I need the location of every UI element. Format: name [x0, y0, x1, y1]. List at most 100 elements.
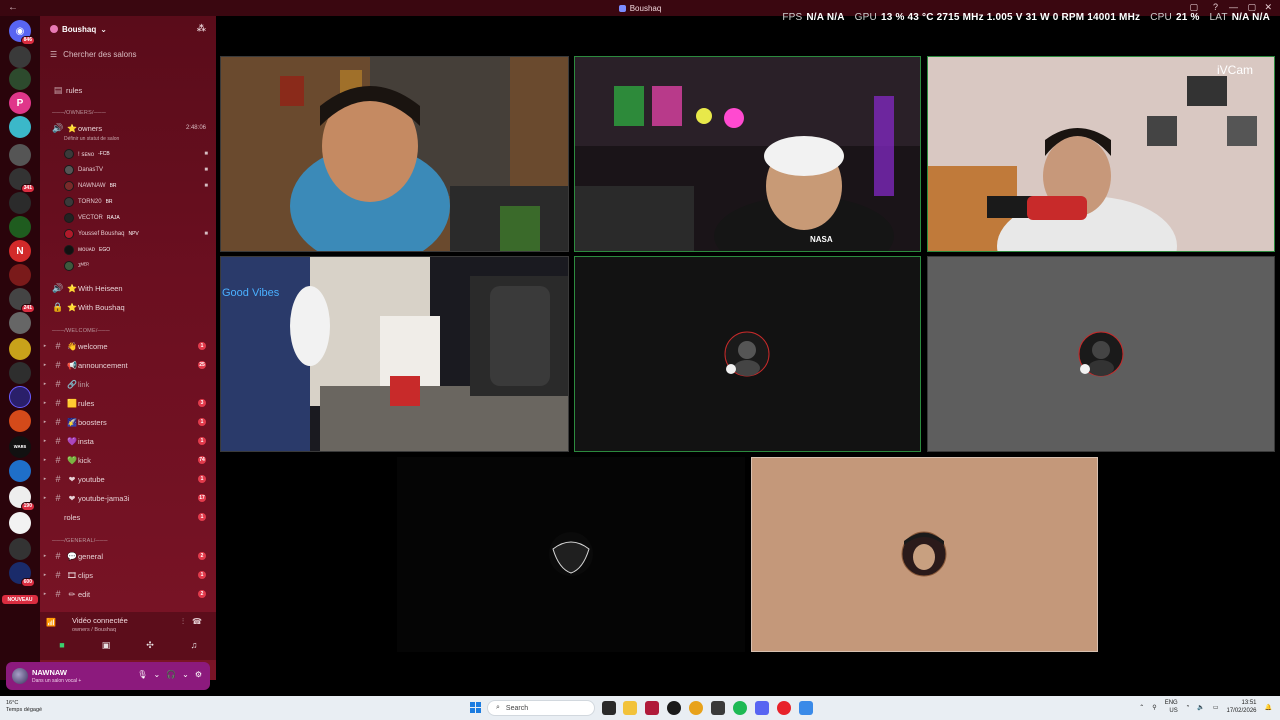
search-channels[interactable]: ☰ Chercher des salons [50, 50, 137, 59]
channel-rules-top[interactable]: ▤ rules [40, 82, 216, 98]
category-general[interactable]: ───/GENERAL/─── [52, 538, 108, 544]
server-icon[interactable]: N [9, 240, 31, 262]
server-icon[interactable]: 241 [9, 288, 35, 313]
chevron-down-icon[interactable]: ⌄ [153, 670, 160, 679]
signal-icon[interactable]: 📶 [46, 618, 56, 627]
channel-rules[interactable]: ▸ # 🟨 rules 3 [40, 395, 216, 411]
voice-member[interactable]: Youssef Boushaq NPV ■ [64, 226, 214, 242]
wifi-icon[interactable]: ◔ [1186, 704, 1190, 710]
video-tile[interactable]: NASA [574, 56, 921, 252]
channel-status-hint[interactable]: Définir un statut de salon [64, 136, 119, 142]
server-icon[interactable] [9, 410, 31, 432]
channel-with-heiseen[interactable]: 🔊 ⭐ With Heiseen [40, 280, 216, 296]
server-icon[interactable] [9, 362, 31, 384]
channel-link[interactable]: ▸ # 🔗 link [40, 376, 216, 392]
app-icon[interactable] [799, 701, 813, 715]
channel-insta[interactable]: ▸ # 💜 insta 1 [40, 433, 216, 449]
server-icon[interactable] [9, 192, 31, 214]
activities-icon[interactable]: ✣ [137, 640, 163, 651]
voice-member[interactable]: ! ꜱᴇɴᴏ -FCB ■ [64, 146, 214, 162]
channel-announcement[interactable]: ▸ # 📢 announcement 25 [40, 357, 216, 373]
volume-icon[interactable]: 🔈 [1197, 704, 1204, 711]
server-icon[interactable] [9, 46, 31, 68]
back-arrow-icon[interactable]: ← [8, 2, 18, 13]
server-icon[interactable] [9, 144, 31, 166]
server-icon[interactable] [9, 538, 31, 560]
noise-suppression-icon[interactable]: ⫶ [182, 617, 184, 627]
video-tile[interactable] [574, 256, 921, 452]
channel-youtube-jama3i[interactable]: ▸ # ❤ youtube-jama3i 17 [40, 490, 216, 506]
channel-with-boushaq[interactable]: 🔒 ⭐ With Boushaq [40, 299, 216, 315]
server-icon[interactable]: P [9, 92, 31, 114]
channel-roles[interactable]: roles 1 [40, 509, 216, 525]
server-icon[interactable]: ᴡᴀʀs [9, 436, 31, 458]
category-owners[interactable]: ───/OWNERS/─── [52, 110, 106, 116]
file-explorer-icon[interactable] [623, 701, 637, 715]
weather-widget[interactable]: 16°C Temps dégagé [6, 700, 42, 714]
direct-messages-icon[interactable]: ◉ 846 [9, 20, 35, 45]
server-icon[interactable] [9, 264, 31, 286]
opera-icon[interactable] [777, 701, 791, 715]
category-welcome[interactable]: ───/WELCOME/─── [52, 328, 110, 334]
voice-member[interactable]: NAWNAW BR ■ [64, 178, 214, 194]
server-icon[interactable] [9, 312, 31, 334]
app-icon[interactable] [711, 701, 725, 715]
server-icon[interactable] [9, 460, 31, 482]
channel-welcome[interactable]: ▸ # 👋 welcome 1 [40, 338, 216, 354]
windows-start-icon[interactable] [470, 702, 481, 713]
server-icon[interactable] [9, 512, 31, 534]
discord-icon[interactable] [755, 701, 769, 715]
task-view-icon[interactable] [602, 701, 616, 715]
location-icon[interactable]: ⚲ [1152, 704, 1156, 711]
server-icon[interactable]: 600 [9, 562, 35, 587]
taskbar-search[interactable]: ⌕ Search [487, 700, 595, 716]
headphones-icon[interactable]: 🎧 [166, 670, 176, 679]
voice-status-subtitle[interactable]: owners / Boushaq [72, 627, 116, 633]
user-panel[interactable]: NAWNAW Dans un salon vocal + 🎙 ⌄ 🎧 ⌄ ⚙ [6, 662, 210, 690]
channel-boosters[interactable]: ▸ # 🌠 boosters 1 [40, 414, 216, 430]
screen-share-icon[interactable]: ▣ [93, 640, 119, 651]
video-tile[interactable] [927, 256, 1275, 452]
channel-owners[interactable]: 🔊 ⭐ owners 2:48:06 [40, 120, 216, 136]
spotify-icon[interactable] [733, 701, 747, 715]
help-icon[interactable]: ? [1213, 2, 1218, 12]
chevron-up-icon[interactable]: ⌃ [1139, 704, 1144, 711]
chevron-down-icon[interactable]: ⌄ [182, 670, 189, 679]
video-tile[interactable] [397, 457, 745, 652]
channel-edit[interactable]: ▸ # ✏ edit 2 [40, 586, 216, 602]
server-icon[interactable]: 341 [9, 168, 35, 193]
video-tile[interactable] [220, 56, 569, 252]
voice-status-title[interactable]: Vidéo connectée [72, 616, 128, 625]
video-tile[interactable]: iVCam [927, 56, 1275, 252]
soundboard-icon[interactable]: ♫ [181, 640, 207, 651]
video-tile[interactable]: Good Vibes [220, 256, 569, 452]
minimize-icon[interactable]: — [1229, 2, 1238, 12]
chrome-icon[interactable] [689, 701, 703, 715]
server-icon[interactable] [9, 338, 31, 360]
notifications-icon[interactable]: 🔔 [1265, 704, 1272, 711]
voice-member[interactable]: ᴣᴹᴱᴿ [64, 258, 214, 274]
channel-general[interactable]: ▸ # 💬 general 2 [40, 548, 216, 564]
channel-youtube[interactable]: ▸ # ❤ youtube 1 [40, 471, 216, 487]
server-icon[interactable]: 190 [9, 486, 35, 511]
clock[interactable]: 13:51 17/02/2026 [1226, 699, 1256, 715]
voice-member[interactable]: TORN20 BR [64, 194, 214, 210]
settings-icon[interactable]: ⚙ [195, 670, 202, 679]
app-icon[interactable] [645, 701, 659, 715]
camera-toggle-icon[interactable]: ■ [49, 640, 75, 651]
video-tile[interactable] [751, 457, 1098, 652]
server-icon[interactable] [9, 216, 31, 238]
battery-icon[interactable]: ▭ [1213, 704, 1219, 711]
voice-member[interactable]: VECTOR RAJA [64, 210, 214, 226]
server-icon[interactable] [9, 116, 31, 138]
server-icon[interactable] [9, 386, 31, 408]
microphone-icon[interactable]: 🎙 [137, 670, 147, 679]
language-indicator[interactable]: ENG US [1165, 699, 1178, 715]
voice-member[interactable]: DanasTV ■ [64, 162, 214, 178]
channel-clips[interactable]: ▸ # 🎞 clips 1 [40, 567, 216, 583]
disconnect-icon[interactable]: ☎ [192, 617, 202, 627]
server-icon[interactable] [9, 68, 31, 90]
avatar[interactable] [12, 668, 28, 684]
add-user-icon[interactable]: ⁂ [197, 23, 206, 34]
channel-kick[interactable]: ▸ # 💚 kick 74 [40, 452, 216, 468]
